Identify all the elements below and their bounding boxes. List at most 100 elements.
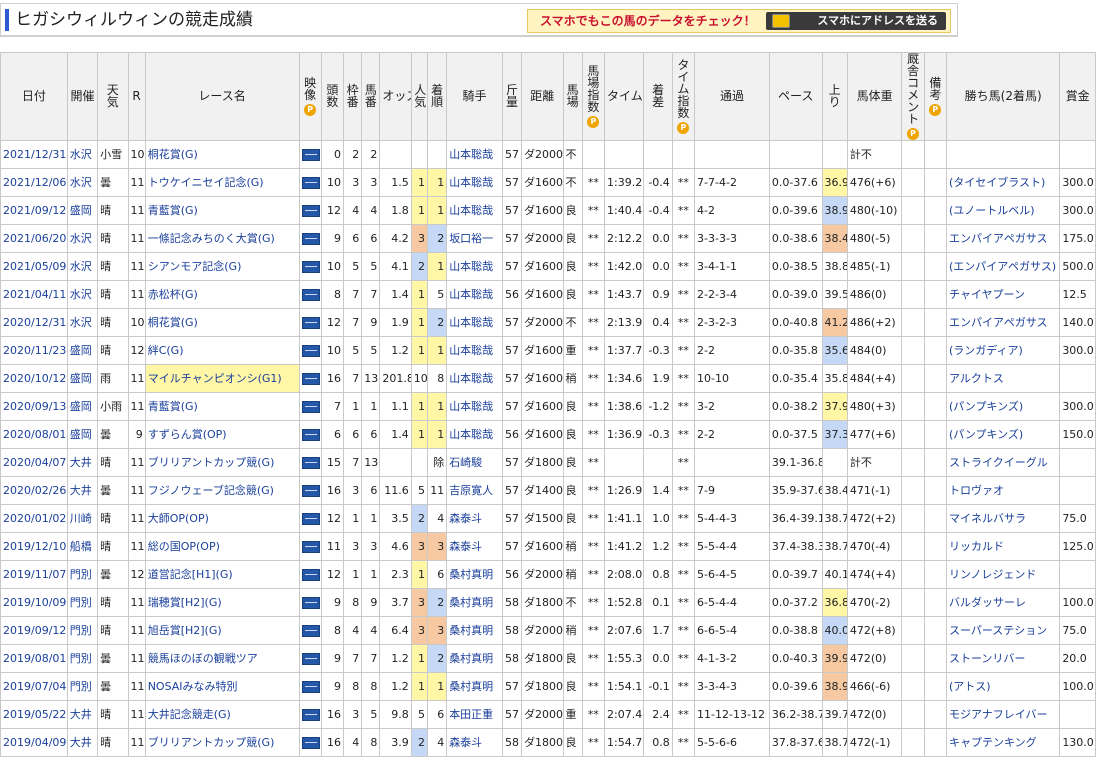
video-icon[interactable] xyxy=(301,149,320,161)
video-cell[interactable] xyxy=(298,616,322,645)
video-cell[interactable] xyxy=(298,280,322,309)
venue-link[interactable]: 大井 xyxy=(66,448,99,477)
jockey-link[interactable]: 山本聡哉 xyxy=(446,280,503,309)
header-remarks[interactable]: 備考 P xyxy=(923,52,947,141)
venue-link[interactable]: 大井 xyxy=(66,700,99,729)
video-icon[interactable] xyxy=(301,205,320,217)
video-cell[interactable] xyxy=(298,168,322,197)
video-cell[interactable] xyxy=(298,308,322,337)
winner-link[interactable]: ストライクイーグル xyxy=(945,448,1061,477)
video-icon[interactable] xyxy=(301,709,320,721)
winner-link[interactable]: エンパイアペガサス xyxy=(945,308,1061,337)
race-name-link[interactable]: 大井記念競走(G) xyxy=(144,700,300,729)
venue-link[interactable]: 水沢 xyxy=(66,280,99,309)
race-name-link[interactable]: すずらん賞(OP) xyxy=(144,420,300,449)
venue-link[interactable]: 門別 xyxy=(66,644,99,673)
video-icon[interactable] xyxy=(301,569,320,581)
race-name-link[interactable]: トウケイニセイ記念(G) xyxy=(144,168,300,197)
date-link[interactable]: 2019/09/12 xyxy=(0,616,68,645)
venue-link[interactable]: 門別 xyxy=(66,616,99,645)
jockey-link[interactable]: 桑村真明 xyxy=(446,616,503,645)
video-icon[interactable] xyxy=(301,625,320,637)
video-cell[interactable] xyxy=(298,448,322,477)
date-link[interactable]: 2020/09/13 xyxy=(0,392,68,421)
winner-link[interactable]: (ランガディア) xyxy=(945,336,1061,365)
video-cell[interactable] xyxy=(298,252,322,281)
video-cell[interactable] xyxy=(298,672,322,701)
race-name-link[interactable]: 桐花賞(G) xyxy=(144,308,300,337)
venue-link[interactable]: 門別 xyxy=(66,560,99,589)
jockey-link[interactable]: 坂口裕一 xyxy=(446,224,503,253)
header-video[interactable]: 映像 P xyxy=(298,52,322,141)
venue-link[interactable]: 盛岡 xyxy=(66,336,99,365)
video-icon[interactable] xyxy=(301,401,320,413)
video-cell[interactable] xyxy=(298,532,322,561)
header-track-index[interactable]: 馬場指数 P xyxy=(581,52,606,141)
race-name-link[interactable]: フジノウェーブ記念競(G) xyxy=(144,476,300,505)
video-icon[interactable] xyxy=(301,261,320,273)
jockey-link[interactable]: 山本聡哉 xyxy=(446,196,503,225)
date-link[interactable]: 2019/07/04 xyxy=(0,672,68,701)
venue-link[interactable]: 門別 xyxy=(66,672,99,701)
video-icon[interactable] xyxy=(301,289,320,301)
header-time-index[interactable]: タイム指数 P xyxy=(671,52,696,141)
race-name-link[interactable]: 青藍賞(G) xyxy=(144,392,300,421)
video-icon[interactable] xyxy=(301,233,320,245)
jockey-link[interactable]: 山本聡哉 xyxy=(446,336,503,365)
video-cell[interactable] xyxy=(298,364,322,393)
race-name-link[interactable]: シアンモア記念(G) xyxy=(144,252,300,281)
race-name-link[interactable]: 大師OP(OP) xyxy=(144,504,300,533)
race-name-link[interactable]: 桐花賞(G) xyxy=(144,140,300,169)
venue-link[interactable]: 大井 xyxy=(66,476,99,505)
venue-link[interactable]: 水沢 xyxy=(66,252,99,281)
jockey-link[interactable]: 山本聡哉 xyxy=(446,308,503,337)
date-link[interactable]: 2020/01/02 xyxy=(0,504,68,533)
venue-link[interactable]: 大井 xyxy=(66,728,99,757)
jockey-link[interactable]: 本田正重 xyxy=(446,700,503,729)
winner-link[interactable]: スーパーステション xyxy=(945,616,1061,645)
winner-link[interactable]: トロヴァオ xyxy=(945,476,1061,505)
winner-link[interactable]: キャプテンキング xyxy=(945,728,1061,757)
date-link[interactable]: 2019/11/07 xyxy=(0,560,68,589)
venue-link[interactable]: 盛岡 xyxy=(66,196,99,225)
video-cell[interactable] xyxy=(298,420,322,449)
race-name-link[interactable]: 青藍賞(G) xyxy=(144,196,300,225)
video-cell[interactable] xyxy=(298,196,322,225)
header-stable-comment[interactable]: 厩舎コメント P xyxy=(901,52,925,141)
jockey-link[interactable]: 山本聡哉 xyxy=(446,420,503,449)
date-link[interactable]: 2021/09/12 xyxy=(0,196,68,225)
jockey-link[interactable]: 森泰斗 xyxy=(446,532,503,561)
winner-link[interactable] xyxy=(945,140,1061,169)
date-link[interactable]: 2020/10/12 xyxy=(0,364,68,393)
winner-link[interactable]: エンパイアペガサス xyxy=(945,224,1061,253)
date-link[interactable]: 2019/10/09 xyxy=(0,588,68,617)
video-icon[interactable] xyxy=(301,485,320,497)
video-icon[interactable] xyxy=(301,457,320,469)
video-cell[interactable] xyxy=(298,560,322,589)
video-icon[interactable] xyxy=(301,373,320,385)
video-cell[interactable] xyxy=(298,476,322,505)
video-cell[interactable] xyxy=(298,336,322,365)
video-icon[interactable] xyxy=(301,541,320,553)
winner-link[interactable]: チャイヤプーン xyxy=(945,280,1061,309)
jockey-link[interactable]: 山本聡哉 xyxy=(446,168,503,197)
race-name-link[interactable]: 一條記念みちのく大賞(G) xyxy=(144,224,300,253)
winner-link[interactable]: ストーンリバー xyxy=(945,644,1061,673)
race-name-link[interactable]: ブリリアントカップ競(G) xyxy=(144,448,300,477)
winner-link[interactable]: (アトス) xyxy=(945,672,1061,701)
race-name-link[interactable]: 総の国OP(OP) xyxy=(144,532,300,561)
race-name-link[interactable]: 競馬ほのぼの観戦ツア xyxy=(144,644,300,673)
venue-link[interactable]: 門別 xyxy=(66,588,99,617)
date-link[interactable]: 2020/11/23 xyxy=(0,336,68,365)
jockey-link[interactable]: 石崎駿 xyxy=(446,448,503,477)
date-link[interactable]: 2020/04/07 xyxy=(0,448,68,477)
venue-link[interactable]: 川崎 xyxy=(66,504,99,533)
smartphone-promo-banner[interactable]: スマホでもこの馬のデータをチェック！ スマホにアドレスを送る xyxy=(527,9,951,33)
video-icon[interactable] xyxy=(301,597,320,609)
video-icon[interactable] xyxy=(301,317,320,329)
video-cell[interactable] xyxy=(298,504,322,533)
video-cell[interactable] xyxy=(298,588,322,617)
jockey-link[interactable]: 桑村真明 xyxy=(446,672,503,701)
video-icon[interactable] xyxy=(301,429,320,441)
race-name-link[interactable]: マイルチャンピオンシ(G1) xyxy=(144,364,300,393)
